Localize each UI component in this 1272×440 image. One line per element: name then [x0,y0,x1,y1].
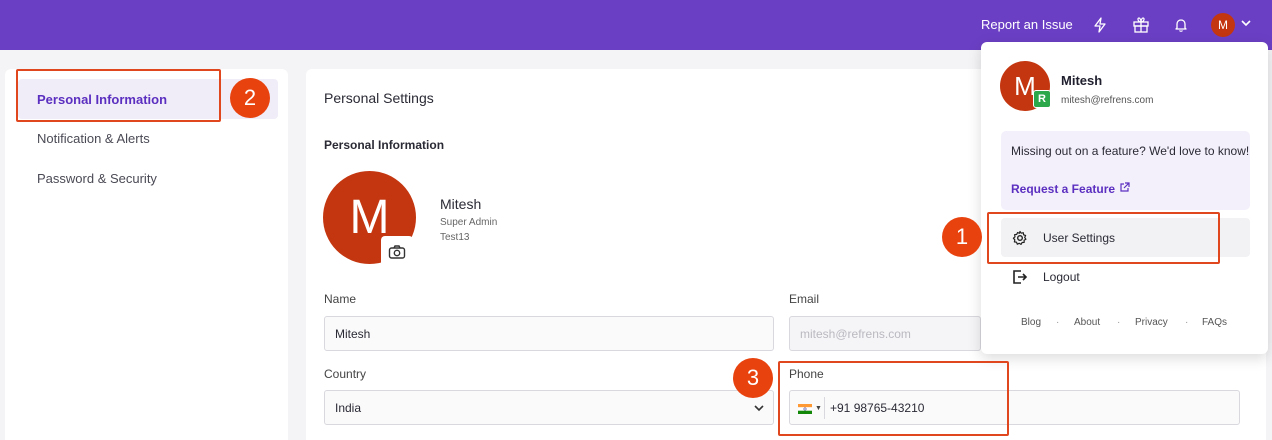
highlight-box-2 [16,69,221,122]
request-feature-link[interactable]: Request a Feature [1011,182,1130,196]
footer-link-privacy[interactable]: Privacy [1135,317,1168,328]
dropdown-user-email: mitesh@refrens.com [1061,95,1154,106]
refrens-badge: R [1033,90,1051,108]
email-label: Email [789,292,820,306]
lightning-icon[interactable] [1088,13,1112,37]
annotation-badge-1: 1 [942,217,982,257]
gift-icon[interactable] [1129,13,1153,37]
profile-org: Test13 [440,232,470,243]
annotation-badge-2: 2 [230,78,270,118]
chevron-down-icon [753,402,765,417]
name-value: Mitesh [335,327,371,341]
profile-role: Super Admin [440,217,498,228]
dropdown-user-name: Mitesh [1061,73,1103,88]
logout-icon[interactable] [1011,268,1029,286]
email-field: mitesh@refrens.com [789,316,981,351]
request-feature-label: Request a Feature [1011,182,1116,196]
external-link-icon [1119,182,1130,196]
profile-name: Mitesh [440,196,482,212]
report-issue-link[interactable]: Report an Issue [981,17,1073,32]
footer-link-faqs[interactable]: FAQs [1202,317,1227,328]
chevron-down-icon[interactable] [1240,16,1252,34]
user-avatar[interactable]: M [1211,13,1235,37]
name-field[interactable]: Mitesh [324,316,774,351]
sidebar-item-notification-alerts[interactable]: Notification & Alerts [37,131,150,146]
feature-request-text: Missing out on a feature? We'd love to k… [1011,144,1250,158]
email-value: mitesh@refrens.com [800,327,911,341]
country-select[interactable]: India [324,390,774,425]
section-title: Personal Information [324,138,445,152]
footer-separator: · [1117,317,1121,328]
logout-label[interactable]: Logout [1043,270,1080,284]
highlight-box-1 [987,212,1220,264]
country-label: Country [324,367,367,381]
annotation-badge-3: 3 [733,358,773,398]
footer-separator: · [1056,317,1060,328]
footer-link-about[interactable]: About [1074,317,1100,328]
country-value: India [335,401,362,415]
bell-icon[interactable] [1169,13,1193,37]
settings-sidebar [5,69,288,440]
sidebar-item-password-security[interactable]: Password & Security [37,171,157,186]
footer-separator: · [1185,317,1189,328]
name-label: Name [324,292,357,306]
highlight-box-3 [778,361,1009,436]
page-title: Personal Settings [324,90,434,106]
camera-icon[interactable] [381,236,413,268]
footer-link-blog[interactable]: Blog [1021,317,1041,328]
